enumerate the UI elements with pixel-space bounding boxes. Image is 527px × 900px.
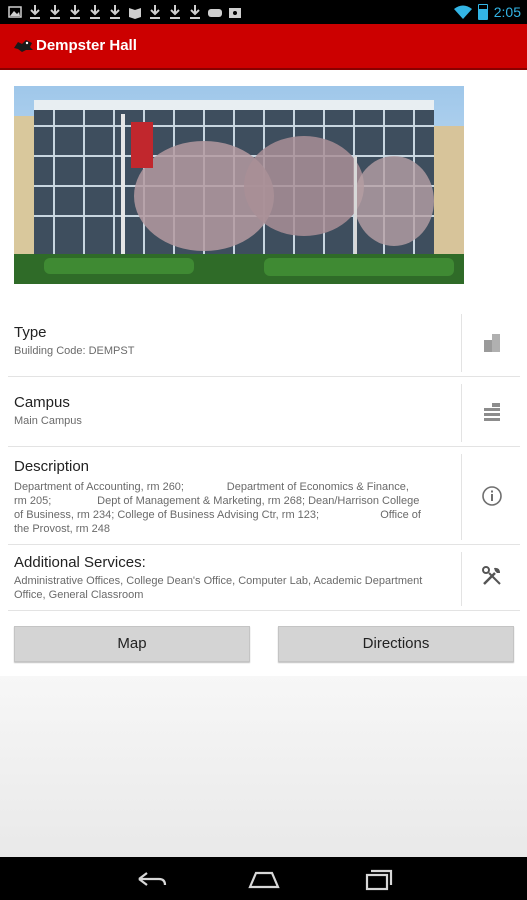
download-icon bbox=[30, 5, 40, 19]
divider bbox=[461, 314, 462, 372]
directions-button[interactable]: Directions bbox=[278, 626, 514, 662]
back-icon[interactable] bbox=[131, 865, 171, 893]
info-icon[interactable] bbox=[480, 484, 504, 508]
divider bbox=[461, 454, 462, 540]
wifi-icon bbox=[453, 5, 472, 19]
download-icon bbox=[150, 5, 160, 19]
campus-row[interactable]: Campus Main Campus bbox=[8, 380, 520, 447]
row-title: Campus bbox=[14, 394, 70, 411]
notification-icons bbox=[8, 4, 242, 20]
tools-icon[interactable] bbox=[480, 564, 504, 588]
building-detail: Type Building Code: DEMPST Campus Main C… bbox=[0, 70, 527, 676]
download-icon bbox=[90, 5, 100, 19]
building-type-icon[interactable] bbox=[480, 330, 504, 354]
row-value: Department of Accounting, rm 260; Depart… bbox=[14, 481, 425, 535]
home-icon[interactable] bbox=[244, 865, 284, 893]
divider bbox=[461, 384, 462, 442]
type-row[interactable]: Type Building Code: DEMPST bbox=[8, 310, 520, 377]
download-icon bbox=[70, 5, 80, 19]
battery-icon bbox=[477, 4, 488, 20]
status-bar: 2:05 bbox=[0, 0, 527, 24]
download-icon bbox=[110, 5, 120, 19]
image-icon bbox=[8, 6, 22, 18]
additional-services-row[interactable]: Additional Services: Administrative Offi… bbox=[8, 548, 520, 611]
row-title: Description bbox=[14, 458, 90, 475]
download-icon bbox=[170, 5, 180, 19]
row-value: Building Code: DEMPST bbox=[14, 345, 135, 357]
download-icon bbox=[50, 5, 60, 19]
bag-icon bbox=[229, 8, 241, 18]
clock: 2:05 bbox=[493, 4, 521, 20]
building-photo bbox=[14, 86, 464, 284]
download-icon bbox=[190, 5, 200, 19]
book-icon bbox=[129, 8, 141, 19]
empty-area bbox=[0, 676, 527, 857]
row-title: Type bbox=[14, 324, 47, 341]
navigation-bar bbox=[0, 857, 527, 900]
row-title: Additional Services: bbox=[14, 554, 146, 571]
gamepad-icon bbox=[208, 9, 222, 17]
app-logo-icon[interactable] bbox=[12, 38, 34, 54]
action-bar: Dempster Hall bbox=[0, 24, 527, 70]
campus-icon[interactable] bbox=[480, 400, 504, 424]
row-value: Administrative Offices, College Dean's O… bbox=[14, 575, 426, 601]
divider bbox=[461, 552, 462, 606]
map-button[interactable]: Map bbox=[14, 626, 250, 662]
row-value: Main Campus bbox=[14, 415, 82, 427]
page-title: Dempster Hall bbox=[36, 37, 137, 54]
recents-icon[interactable] bbox=[357, 865, 397, 893]
description-row[interactable]: Description Department of Accounting, rm… bbox=[8, 450, 520, 545]
